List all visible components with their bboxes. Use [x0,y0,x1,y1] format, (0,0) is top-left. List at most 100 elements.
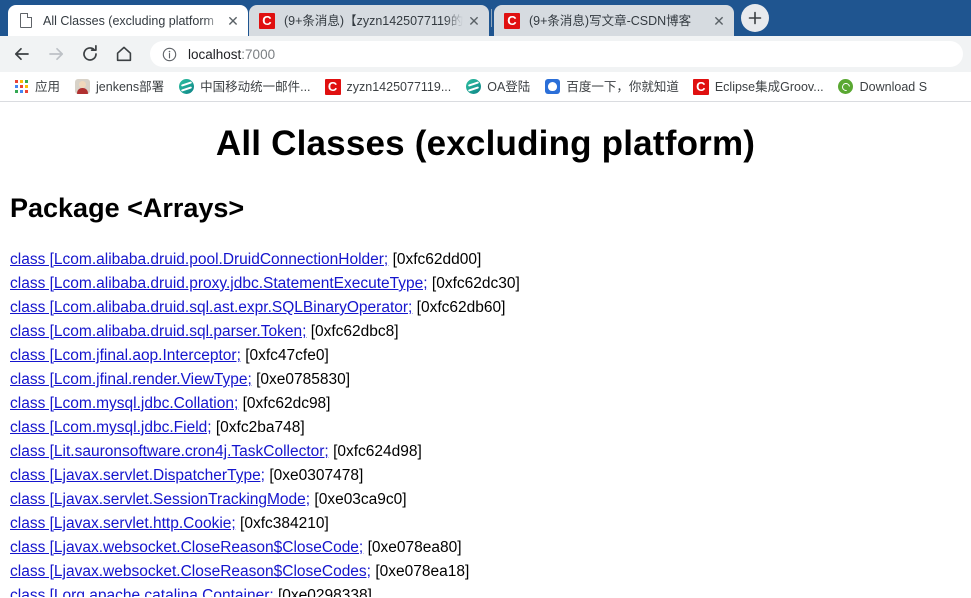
class-address: [0xe0307478] [269,467,364,484]
bookmarks-bar: 应用 jenkens部署 中国移动统一邮件... C zyzn142507711… [0,72,971,102]
tab-divider [491,9,492,27]
plus-icon [748,11,762,25]
class-link[interactable]: class [Lit.sauronsoftware.cron4j.TaskCol… [10,443,329,460]
jenkins-icon [74,79,90,95]
bookmark-label: 百度一下，你就知道 [566,79,679,94]
class-link[interactable]: class [Lcom.alibaba.druid.sql.ast.expr.S… [10,299,412,316]
forward-button[interactable] [42,40,70,68]
class-list-item: class [Lit.sauronsoftware.cron4j.TaskCol… [10,440,971,464]
bookmark-label: Download S [859,79,928,94]
class-link[interactable]: class [Lcom.mysql.jdbc.Collation; [10,395,238,412]
browser-toolbar: localhost:7000 [0,36,971,72]
reload-icon [83,44,97,61]
bookmark-eclipse-groovy[interactable]: C Eclipse集成Groov... [686,76,831,98]
class-list-item: class [Lcom.alibaba.druid.sql.ast.expr.S… [10,296,971,320]
class-link[interactable]: class [Ljavax.websocket.CloseReason$Clos… [10,563,371,580]
new-tab-button[interactable] [741,4,769,32]
class-link[interactable]: class [Lcom.alibaba.druid.sql.parser.Tok… [10,323,306,340]
class-link[interactable]: class [Ljavax.servlet.SessionTrackingMod… [10,491,310,508]
browser-tab-3[interactable]: C (9+条消息)写文章-CSDN博客 ✕ [494,5,734,36]
class-list-item: class [Ljavax.websocket.CloseReason$Clos… [10,536,971,560]
csdn-icon: C [324,78,341,95]
class-address: [0xfc62dbc8] [310,323,399,340]
bookmark-label: zyzn1425077119... [346,79,452,94]
bookmark-baidu[interactable]: 百度一下，你就知道 [537,76,686,98]
url-host: localhost [188,46,242,62]
class-link[interactable]: class [Lcom.jfinal.render.ViewType; [10,371,252,388]
class-list-item: class [Ljavax.servlet.DispatcherType; [0… [10,464,971,488]
class-address: [0xe03ca9c0] [314,491,407,508]
class-list-item: class [Ljavax.websocket.CloseReason$Clos… [10,560,971,584]
class-address: [0xe0298338] [277,587,372,597]
close-icon[interactable]: ✕ [222,10,244,32]
bookmark-csdn-user[interactable]: C zyzn1425077119... [318,76,459,98]
class-address: [0xfc62dc98] [242,395,331,412]
class-list-item: class [Ljavax.servlet.http.Cookie; [0xfc… [10,512,971,536]
home-icon [116,46,132,62]
class-list-item: class [Lcom.mysql.jdbc.Collation; [0xfc6… [10,392,971,416]
class-link[interactable]: class [Ljavax.servlet.DispatcherType; [10,467,265,484]
tab-title: All Classes (excluding platform [43,13,214,28]
close-icon[interactable]: ✕ [708,10,730,32]
bookmark-label: 中国移动统一邮件... [200,79,311,94]
class-list-item: class [Lcom.mysql.jdbc.Field; [0xfc2ba74… [10,416,971,440]
class-list-item: class [Lcom.jfinal.aop.Interceptor; [0xf… [10,344,971,368]
reload-button[interactable] [76,40,104,68]
address-bar[interactable]: localhost:7000 [150,41,963,67]
class-link[interactable]: class [Lcom.mysql.jdbc.Field; [10,419,212,436]
bookmark-oa-login[interactable]: OA登陆 [458,76,537,98]
close-icon[interactable]: ✕ [463,10,485,32]
url-text: localhost:7000 [188,47,275,62]
page-content: All Classes (excluding platform) Package… [0,102,971,597]
tab-title: (9+条消息)写文章-CSDN博客 [529,13,692,28]
browser-tab-1[interactable]: All Classes (excluding platform ✕ [8,5,248,36]
page-title: All Classes (excluding platform) [215,124,756,163]
browser-tab-2[interactable]: C (9+条消息)【zyzn1425077119的 ✕ [249,5,489,36]
class-address: [0xfc62dc30] [431,275,520,292]
class-address: [0xe078ea80] [367,539,462,556]
class-address: [0xe0785830] [256,371,351,388]
class-address: [0xfc384210] [240,515,329,532]
class-address: [0xfc62dd00] [392,251,482,268]
bookmark-apps[interactable]: 应用 [6,76,67,98]
class-list-item: class [Lorg.apache.catalina.Container; [… [10,584,971,597]
class-link[interactable]: class [Lcom.jfinal.aop.Interceptor; [10,347,241,364]
class-list: class [Lcom.alibaba.druid.pool.DruidConn… [10,248,971,597]
bookmark-jenkins[interactable]: jenkens部署 [67,76,171,98]
csdn-icon: C [504,12,520,29]
class-list-item: class [Lcom.alibaba.druid.pool.DruidConn… [10,248,971,272]
apps-grid-icon [13,79,29,95]
page-info-icon[interactable] [162,47,178,62]
bookmark-label: OA登陆 [487,79,531,94]
arrow-right-icon [49,47,64,61]
class-link[interactable]: class [Ljavax.servlet.http.Cookie; [10,515,236,532]
tab-title: (9+条消息)【zyzn1425077119的 [284,13,463,28]
class-link[interactable]: class [Lcom.alibaba.druid.proxy.jdbc.Sta… [10,275,428,292]
csdn-icon: C [692,78,709,95]
bookmark-label: 应用 [35,79,61,94]
baidu-icon [544,79,560,95]
class-address: [0xfc2ba748] [215,419,305,436]
class-address: [0xe078ea18] [375,563,470,580]
arrow-left-icon [14,47,29,61]
class-link[interactable]: class [Lorg.apache.catalina.Container; [10,587,274,597]
url-port: :7000 [241,46,276,62]
browser-window: All Classes (excluding platform ✕ C (9+条… [0,0,971,598]
class-list-item: class [Ljavax.servlet.SessionTrackingMod… [10,488,971,512]
class-link[interactable]: class [Ljavax.websocket.CloseReason$Clos… [10,539,363,556]
class-address: [0xfc62db60] [416,299,506,316]
bookmark-download-spring[interactable]: Download S [831,76,934,98]
bookmark-cmcc-mail[interactable]: 中国移动统一邮件... [171,76,317,98]
cmcc-icon [178,79,194,95]
back-button[interactable] [8,40,36,68]
home-button[interactable] [110,40,138,68]
class-address: [0xfc624d98] [333,443,422,460]
class-list-item: class [Lcom.alibaba.druid.sql.parser.Tok… [10,320,971,344]
cmcc-icon [465,79,481,95]
class-list-item: class [Lcom.jfinal.render.ViewType; [0xe… [10,368,971,392]
bookmark-label: Eclipse集成Groov... [714,79,824,94]
bookmark-label: jenkens部署 [96,79,165,94]
tab-strip: All Classes (excluding platform ✕ C (9+条… [0,0,971,36]
package-heading: Package <Arrays> [10,193,245,223]
class-link[interactable]: class [Lcom.alibaba.druid.pool.DruidConn… [10,251,388,268]
